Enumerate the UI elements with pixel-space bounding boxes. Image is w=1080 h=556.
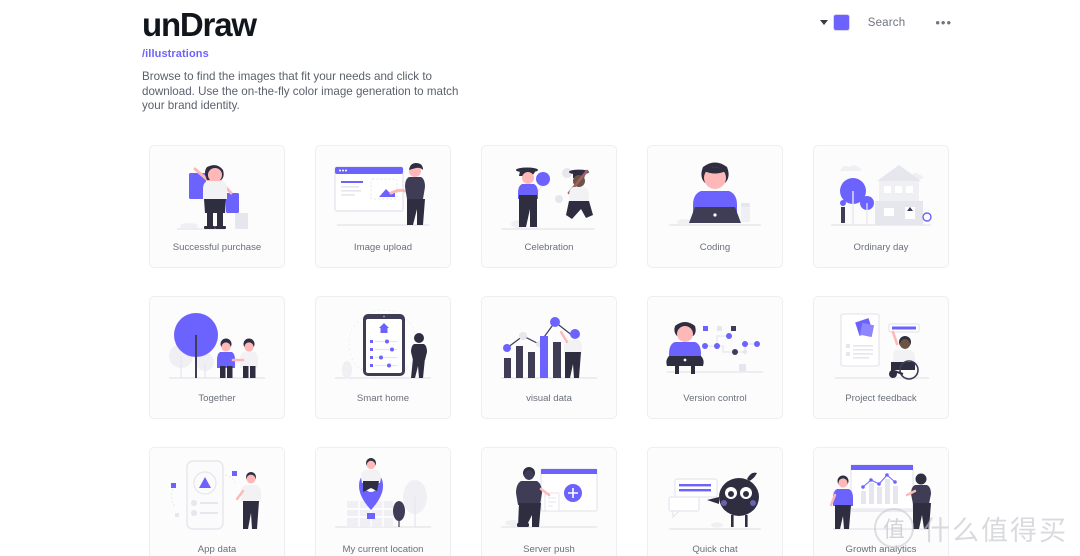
coding-illustration bbox=[648, 146, 782, 242]
my-current-location-illustration bbox=[316, 448, 450, 544]
illustration-grid: Successful purchase Image upload Celebrati… bbox=[149, 145, 949, 556]
more-menu-button[interactable]: ••• bbox=[935, 16, 952, 29]
undraw-logo[interactable]: unDraw bbox=[142, 6, 257, 44]
illustration-card[interactable]: Coding bbox=[647, 145, 783, 268]
successful-purchase-illustration bbox=[150, 146, 284, 242]
top-bar: unDraw Search ••• bbox=[0, 0, 1080, 50]
illustration-card-label: Coding bbox=[699, 242, 731, 253]
visual-data-illustration bbox=[482, 297, 616, 393]
illustration-card-label: visual data bbox=[526, 393, 572, 404]
illustration-card-label: Ordinary day bbox=[853, 242, 909, 253]
illustration-card-label: Server push bbox=[523, 544, 575, 555]
color-swatch[interactable] bbox=[832, 14, 850, 31]
illustration-card[interactable]: Successful purchase bbox=[149, 145, 285, 268]
color-picker[interactable] bbox=[819, 14, 850, 31]
search-input[interactable]: Search bbox=[868, 17, 906, 29]
server-push-illustration bbox=[482, 448, 616, 544]
illustration-card[interactable]: Together bbox=[149, 296, 285, 419]
illustration-card[interactable]: Version control bbox=[647, 296, 783, 419]
illustration-card-label: App data bbox=[197, 544, 237, 555]
illustration-card[interactable]: Project feedback bbox=[813, 296, 949, 419]
image-upload-illustration bbox=[316, 146, 450, 242]
quick-chat-illustration bbox=[648, 448, 782, 544]
illustration-card-label: Successful purchase bbox=[172, 242, 262, 253]
illustration-card[interactable]: Quick chat bbox=[647, 447, 783, 556]
intro-text: Browse to find the images that fit your … bbox=[142, 70, 459, 113]
illustration-card[interactable]: visual data bbox=[481, 296, 617, 419]
smart-home-illustration bbox=[316, 297, 450, 393]
celebration-illustration bbox=[482, 146, 616, 242]
version-control-illustration bbox=[648, 297, 782, 393]
illustration-card[interactable]: Image upload bbox=[315, 145, 451, 268]
illustration-card-label: Quick chat bbox=[692, 544, 738, 555]
illustration-card-label: My current location bbox=[342, 544, 424, 555]
ordinary-day-illustration bbox=[814, 146, 948, 242]
illustration-card[interactable]: Ordinary day bbox=[813, 145, 949, 268]
together-illustration bbox=[150, 297, 284, 393]
illustration-card-label: Image upload bbox=[353, 242, 413, 253]
app-data-illustration bbox=[150, 448, 284, 544]
watermark: 值 什么值得买 bbox=[874, 508, 1068, 548]
illustration-card-label: Celebration bbox=[524, 242, 574, 253]
chevron-down-icon[interactable] bbox=[819, 20, 828, 25]
illustration-card[interactable]: App data bbox=[149, 447, 285, 556]
top-right-controls: Search ••• bbox=[819, 14, 952, 31]
undraw-illustrations-page: unDraw Search ••• /illustrations Browse … bbox=[0, 0, 1080, 556]
illustration-card[interactable]: Celebration bbox=[481, 145, 617, 268]
illustration-card-label: Together bbox=[198, 393, 236, 404]
watermark-text: 什么值得买 bbox=[923, 515, 1068, 547]
breadcrumb[interactable]: /illustrations bbox=[142, 48, 209, 60]
illustration-card[interactable]: Server push bbox=[481, 447, 617, 556]
illustration-card-label: Project feedback bbox=[845, 393, 917, 404]
illustration-card-label: Version control bbox=[683, 393, 747, 404]
illustration-card[interactable]: Smart home bbox=[315, 296, 451, 419]
illustration-card-label: Smart home bbox=[356, 393, 410, 404]
project-feedback-illustration bbox=[814, 297, 948, 393]
watermark-logo-icon: 值 bbox=[874, 508, 914, 548]
illustration-card[interactable]: My current location bbox=[315, 447, 451, 556]
